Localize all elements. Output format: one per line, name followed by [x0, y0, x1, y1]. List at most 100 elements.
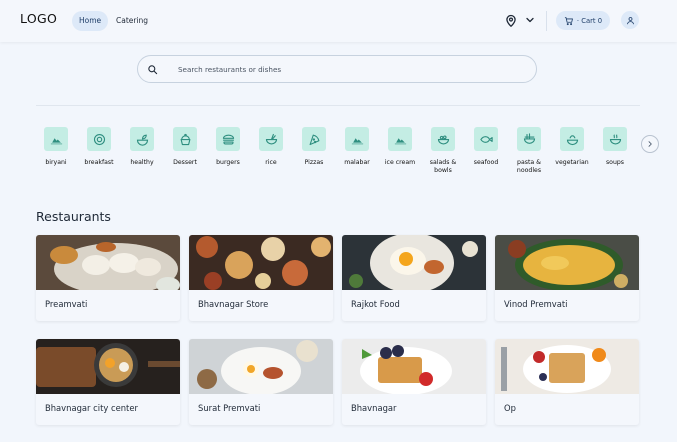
restaurant-image: [495, 235, 639, 290]
categories-next-button[interactable]: [641, 135, 659, 153]
restaurant-image: [189, 339, 333, 394]
category-breakfast[interactable]: breakfast: [79, 127, 119, 167]
restaurant-image: [342, 235, 486, 290]
noodles-icon: [523, 132, 535, 144]
nav-home[interactable]: Home: [72, 11, 109, 31]
breakfast-icon: [93, 133, 105, 145]
section-divider: [36, 105, 640, 106]
restaurant-card[interactable]: Vinod Premvati: [495, 235, 639, 321]
location-pin-icon[interactable]: [504, 14, 518, 28]
category-tile: [130, 127, 154, 151]
category-label: soups: [605, 159, 625, 166]
category-tile: [388, 127, 412, 151]
category-burgers[interactable]: burgers: [208, 127, 248, 167]
biryani-icon: [50, 137, 62, 144]
category-tile: [173, 127, 197, 151]
chevron-right-icon: [648, 141, 652, 147]
category-tile: [474, 127, 498, 151]
restaurant-image: [189, 235, 333, 290]
restaurant-name: Bhavnagar Store: [198, 299, 269, 309]
category-biryani[interactable]: biryani: [36, 127, 76, 167]
healthy-icon: [136, 134, 148, 146]
restaurants-title: Restaurants: [36, 209, 111, 224]
search-bar[interactable]: [137, 55, 537, 83]
malabar-icon: [351, 137, 363, 144]
category-label: breakfast: [84, 159, 114, 166]
search-input[interactable]: [178, 61, 518, 78]
category-tile: [431, 127, 455, 151]
vegetarian-icon: [566, 134, 578, 145]
restaurant-image: [342, 339, 486, 394]
restaurant-card[interactable]: Preamvati: [36, 235, 180, 321]
category-label: pasta & noodles: [516, 159, 542, 174]
dessert-icon: [180, 133, 190, 145]
category-tile: [517, 127, 541, 151]
restaurant-card[interactable]: Bhavnagar: [342, 339, 486, 425]
fish-icon: [479, 135, 493, 143]
category-healthy[interactable]: healthy: [122, 127, 162, 167]
category-tile: [259, 127, 283, 151]
pizza-icon: [309, 134, 319, 145]
header-divider: [546, 11, 547, 31]
restaurant-card[interactable]: Op: [495, 339, 639, 425]
restaurant-name: Surat Premvati: [198, 403, 261, 413]
restaurant-name: Bhavnagar: [351, 403, 397, 413]
category-malabar[interactable]: malabar: [337, 127, 377, 167]
restaurant-image: [36, 339, 180, 394]
category-label: ice cream: [384, 159, 416, 166]
category-tile: [302, 127, 326, 151]
search-icon: [148, 65, 158, 75]
category-dessert[interactable]: Dessert: [165, 127, 205, 167]
rice-icon: [265, 133, 277, 144]
category-tile: [87, 127, 111, 151]
category-label: malabar: [344, 159, 370, 166]
category-label: vegetarian: [555, 159, 589, 166]
restaurant-name: Bhavnagar city center: [45, 403, 138, 413]
category-label: Dessert: [173, 159, 197, 166]
nav-catering[interactable]: Catering: [114, 11, 150, 31]
restaurant-card[interactable]: Rajkot Food: [342, 235, 486, 321]
restaurant-name: Preamvati: [45, 299, 88, 309]
burger-icon: [222, 134, 234, 144]
category-pizzas[interactable]: Pizzas: [294, 127, 334, 167]
category-tile: [216, 127, 240, 151]
category-label: healthy: [130, 159, 154, 166]
chevron-down-icon[interactable]: [524, 14, 536, 26]
restaurant-name: Rajkot Food: [351, 299, 400, 309]
category-tile: [603, 127, 627, 151]
category-label: rice: [265, 159, 277, 166]
restaurant-name: Vinod Premvati: [504, 299, 568, 309]
category-vegetarian[interactable]: vegetarian: [552, 127, 592, 167]
category-tile: [345, 127, 369, 151]
category-ice-cream[interactable]: ice cream: [380, 127, 420, 167]
category-strip: biryani breakfast healthy Dessert burger…: [36, 127, 636, 187]
category-label: burgers: [216, 159, 240, 166]
logo[interactable]: LOGO: [20, 11, 57, 26]
category-label: salads & bowls: [429, 159, 457, 174]
category-rice[interactable]: rice: [251, 127, 291, 167]
category-tile: [560, 127, 584, 151]
top-header: LOGO Home Catering · Cart 0: [0, 0, 677, 42]
restaurant-card[interactable]: Surat Premvati: [189, 339, 333, 425]
category-tile: [44, 127, 68, 151]
category-label: seafood: [473, 159, 499, 166]
ice-cream-icon: [394, 137, 406, 144]
category-pasta-noodles[interactable]: pasta & noodles: [509, 127, 549, 174]
category-soups[interactable]: soups: [595, 127, 635, 167]
restaurant-card[interactable]: Bhavnagar city center: [36, 339, 180, 425]
restaurant-name: Op: [504, 403, 516, 413]
restaurant-image: [495, 339, 639, 394]
user-button[interactable]: [621, 11, 639, 29]
category-label: Pizzas: [304, 159, 324, 166]
salad-bowl-icon: [437, 135, 449, 144]
cart-button[interactable]: · Cart 0: [556, 11, 610, 30]
restaurant-image: [36, 235, 180, 290]
cart-label: · Cart 0: [576, 16, 603, 25]
user-icon: [626, 16, 634, 24]
soup-icon: [609, 134, 621, 144]
category-label: biryani: [45, 159, 67, 166]
category-salads-bowls[interactable]: salads & bowls: [423, 127, 463, 174]
restaurant-card[interactable]: Bhavnagar Store: [189, 235, 333, 321]
cart-icon: [564, 16, 573, 25]
category-seafood[interactable]: seafood: [466, 127, 506, 167]
